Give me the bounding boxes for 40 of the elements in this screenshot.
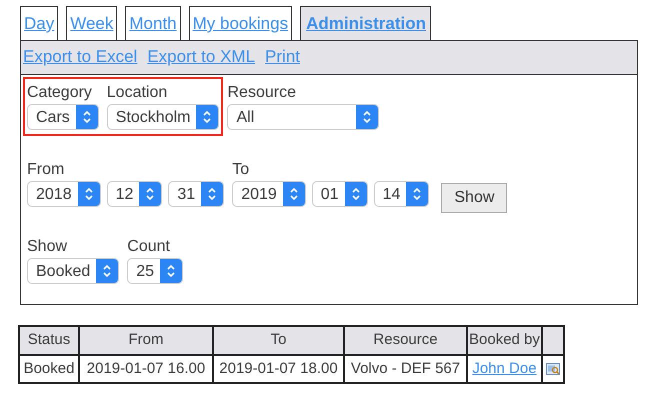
column-header: From	[79, 326, 213, 354]
show-button[interactable]: Show	[441, 183, 508, 213]
dropdown[interactable]: 2019	[232, 181, 306, 207]
chevron-icon	[82, 110, 92, 124]
dropdown[interactable]: Stockholm	[106, 104, 220, 130]
dropdown[interactable]: Booked	[27, 258, 120, 284]
table-cell: Booked	[19, 354, 79, 383]
field-label: From	[27, 160, 66, 180]
column-header: Resource	[344, 326, 467, 354]
field-label: Location	[106, 83, 168, 103]
details-icon[interactable]	[546, 362, 560, 376]
chevron-icon	[84, 187, 94, 201]
dropdown[interactable]: Cars	[27, 104, 99, 130]
dropdown[interactable]: 14	[374, 181, 430, 207]
dropdown[interactable]: 2018	[27, 181, 101, 207]
field-label: Count	[127, 237, 171, 257]
dropdown[interactable]: 25	[127, 258, 184, 284]
chevron-icon	[166, 264, 176, 278]
dropdown[interactable]: All	[227, 104, 380, 130]
table-cell: 2019-01-07 18.00	[213, 354, 344, 383]
column-header: To	[213, 326, 344, 354]
column-header: Status	[19, 326, 79, 354]
chevron-icon	[350, 187, 361, 201]
chevron-icon	[412, 187, 422, 201]
table-cell: Volvo - DEF 567	[344, 354, 467, 383]
dropdown[interactable]: 12	[106, 181, 162, 207]
column-header: Booked by	[467, 326, 542, 354]
chevron-icon	[288, 187, 299, 201]
chevron-icon	[207, 187, 218, 201]
field-label: Resource	[227, 83, 297, 103]
chevron-icon	[102, 264, 112, 278]
chevron-icon	[202, 110, 212, 124]
chevron-icon	[362, 110, 372, 124]
chevron-icon	[145, 187, 156, 201]
dropdown[interactable]: 01	[312, 181, 368, 207]
field-label: Show	[27, 237, 68, 257]
dropdown[interactable]: 31	[168, 181, 224, 207]
field-label: To	[232, 160, 250, 180]
field-label: Category	[27, 83, 93, 103]
table-cell: 2019-01-07 16.00	[79, 354, 213, 383]
